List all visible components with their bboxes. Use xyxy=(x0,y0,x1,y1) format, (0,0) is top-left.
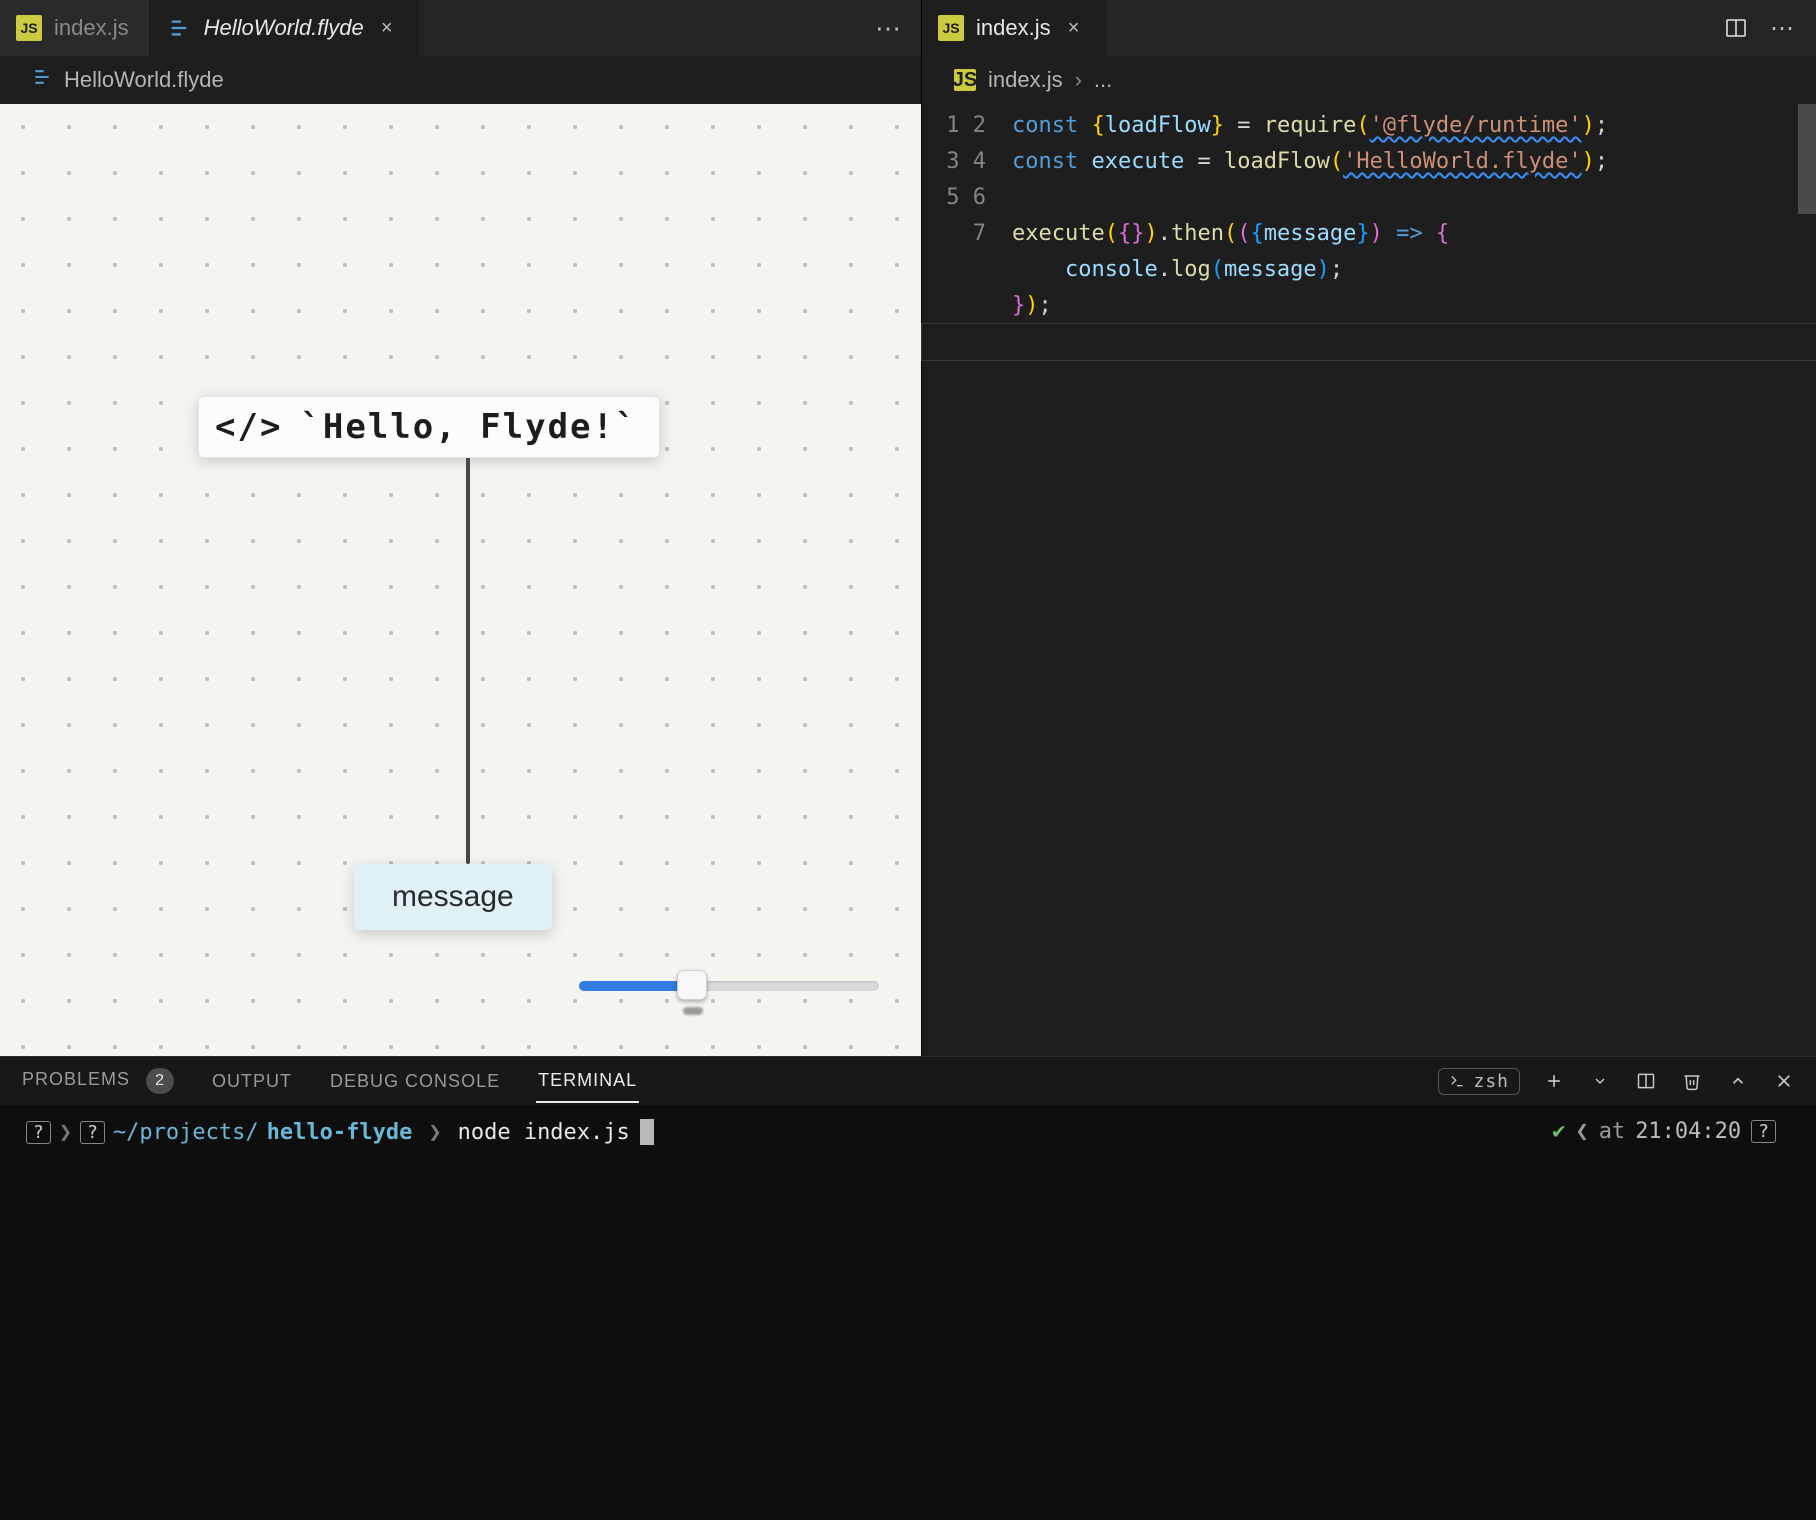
code-editor[interactable]: 1 2 3 4 5 6 7 const {loadFlow} = require… xyxy=(922,104,1816,1056)
prompt-folder: hello-flyde xyxy=(267,1120,413,1145)
zoom-fill xyxy=(579,981,689,991)
zoom-thumb[interactable] xyxy=(677,970,707,1000)
chevron-left-icon: ❮ xyxy=(1575,1119,1588,1144)
editor-pane-left: JS index.js HelloWorld.flyde × ⋯ HelloW xyxy=(0,0,922,1056)
scrollbar-thumb[interactable] xyxy=(1798,104,1816,214)
tab-label: index.js xyxy=(976,15,1051,41)
chevron-up-icon[interactable] xyxy=(1726,1069,1750,1093)
js-file-icon: JS xyxy=(938,15,964,41)
terminal-command: node index.js xyxy=(458,1120,630,1145)
flyde-file-icon xyxy=(166,15,192,41)
editor-split-top: JS index.js HelloWorld.flyde × ⋯ HelloW xyxy=(0,0,1816,1056)
close-icon[interactable]: × xyxy=(1063,17,1085,39)
breadcrumb-left[interactable]: HelloWorld.flyde xyxy=(0,56,921,104)
zoom-slider[interactable] xyxy=(579,964,879,1008)
more-actions-icon[interactable]: ⋯ xyxy=(1768,14,1796,42)
code-icon: </> xyxy=(215,407,282,447)
chevron-right-icon: ❯ xyxy=(59,1120,72,1145)
inline-value-text: `Hello, Flyde!` xyxy=(300,407,637,447)
flyde-file-icon xyxy=(32,67,52,93)
panel-tab-terminal[interactable]: TERMINAL xyxy=(536,1060,639,1103)
more-actions-icon[interactable]: ⋯ xyxy=(857,13,921,44)
close-panel-icon[interactable] xyxy=(1772,1069,1796,1093)
new-terminal-icon[interactable] xyxy=(1542,1069,1566,1093)
breadcrumb-rest: ... xyxy=(1094,67,1112,93)
pane-actions-right: ⋯ xyxy=(1722,0,1806,56)
prompt-arrow-icon: ❯ xyxy=(428,1120,441,1145)
terminal-prompt-line: ? ❯ ? ~/projects/hello-flyde ❯ node inde… xyxy=(26,1119,1790,1145)
tab-index-js-right[interactable]: JS index.js × xyxy=(922,0,1106,56)
prompt-path: ~/projects/ xyxy=(113,1120,259,1145)
output-node-message[interactable]: message xyxy=(354,864,552,930)
tab-bar-left: JS index.js HelloWorld.flyde × ⋯ xyxy=(0,0,921,56)
prompt-segment-icon: ? xyxy=(26,1121,51,1144)
prompt-segment-icon: ? xyxy=(80,1121,105,1144)
breadcrumb-right[interactable]: JS index.js › ... xyxy=(922,56,1816,104)
tab-bar-right: JS index.js × ⋯ xyxy=(922,0,1816,56)
js-file-icon: JS xyxy=(954,69,976,91)
zoom-track xyxy=(579,981,879,991)
tab-helloworld-flyde[interactable]: HelloWorld.flyde × xyxy=(150,0,419,56)
panel-tab-debug-console[interactable]: DEBUG CONSOLE xyxy=(328,1061,502,1102)
editor-pane-right: JS index.js × ⋯ JS index.js › ... xyxy=(922,0,1816,1056)
problems-count-badge: 2 xyxy=(146,1068,174,1094)
js-file-icon: JS xyxy=(16,15,42,41)
breadcrumb-file: index.js xyxy=(988,67,1063,93)
prompt-segment-icon: ? xyxy=(1751,1120,1776,1143)
terminal-shell-selector[interactable]: zsh xyxy=(1438,1068,1520,1095)
code-content: const {loadFlow} = require('@flyde/runti… xyxy=(1012,108,1816,1056)
breadcrumb-text: HelloWorld.flyde xyxy=(64,67,224,93)
panel-actions: zsh xyxy=(1438,1068,1796,1095)
terminal-right-status: ✔ ❮ at 21:04:20 ? xyxy=(1552,1119,1776,1144)
flow-wire xyxy=(466,424,470,864)
tab-index-js-left[interactable]: JS index.js xyxy=(0,0,150,56)
chevron-down-icon[interactable] xyxy=(1588,1069,1612,1093)
output-label: message xyxy=(392,880,514,913)
status-prefix: at xyxy=(1599,1119,1626,1144)
terminal-body[interactable]: ? ❯ ? ~/projects/hello-flyde ❯ node inde… xyxy=(0,1105,1816,1520)
split-terminal-icon[interactable] xyxy=(1634,1069,1658,1093)
flyde-canvas[interactable]: </> `Hello, Flyde!` message xyxy=(0,104,921,1056)
trash-icon[interactable] xyxy=(1680,1069,1704,1093)
split-editor-icon[interactable] xyxy=(1722,14,1750,42)
status-time: 21:04:20 xyxy=(1635,1119,1741,1144)
check-icon: ✔ xyxy=(1552,1119,1565,1144)
panel-tab-bar: PROBLEMS 2 OUTPUT DEBUG CONSOLE TERMINAL… xyxy=(0,1057,1816,1105)
inline-value-node[interactable]: </> `Hello, Flyde!` xyxy=(198,396,660,458)
line-number-gutter: 1 2 3 4 5 6 7 xyxy=(922,108,1012,1056)
chevron-right-icon: › xyxy=(1075,67,1082,93)
panel-tab-output[interactable]: OUTPUT xyxy=(210,1061,294,1102)
tab-label: HelloWorld.flyde xyxy=(204,15,364,41)
vscode-root: JS index.js HelloWorld.flyde × ⋯ HelloW xyxy=(0,0,1816,1520)
panel-tab-problems[interactable]: PROBLEMS 2 xyxy=(20,1058,176,1104)
bottom-panel: PROBLEMS 2 OUTPUT DEBUG CONSOLE TERMINAL… xyxy=(0,1056,1816,1520)
terminal-cursor xyxy=(640,1119,654,1145)
close-icon[interactable]: × xyxy=(376,17,398,39)
tab-label: index.js xyxy=(54,15,129,41)
